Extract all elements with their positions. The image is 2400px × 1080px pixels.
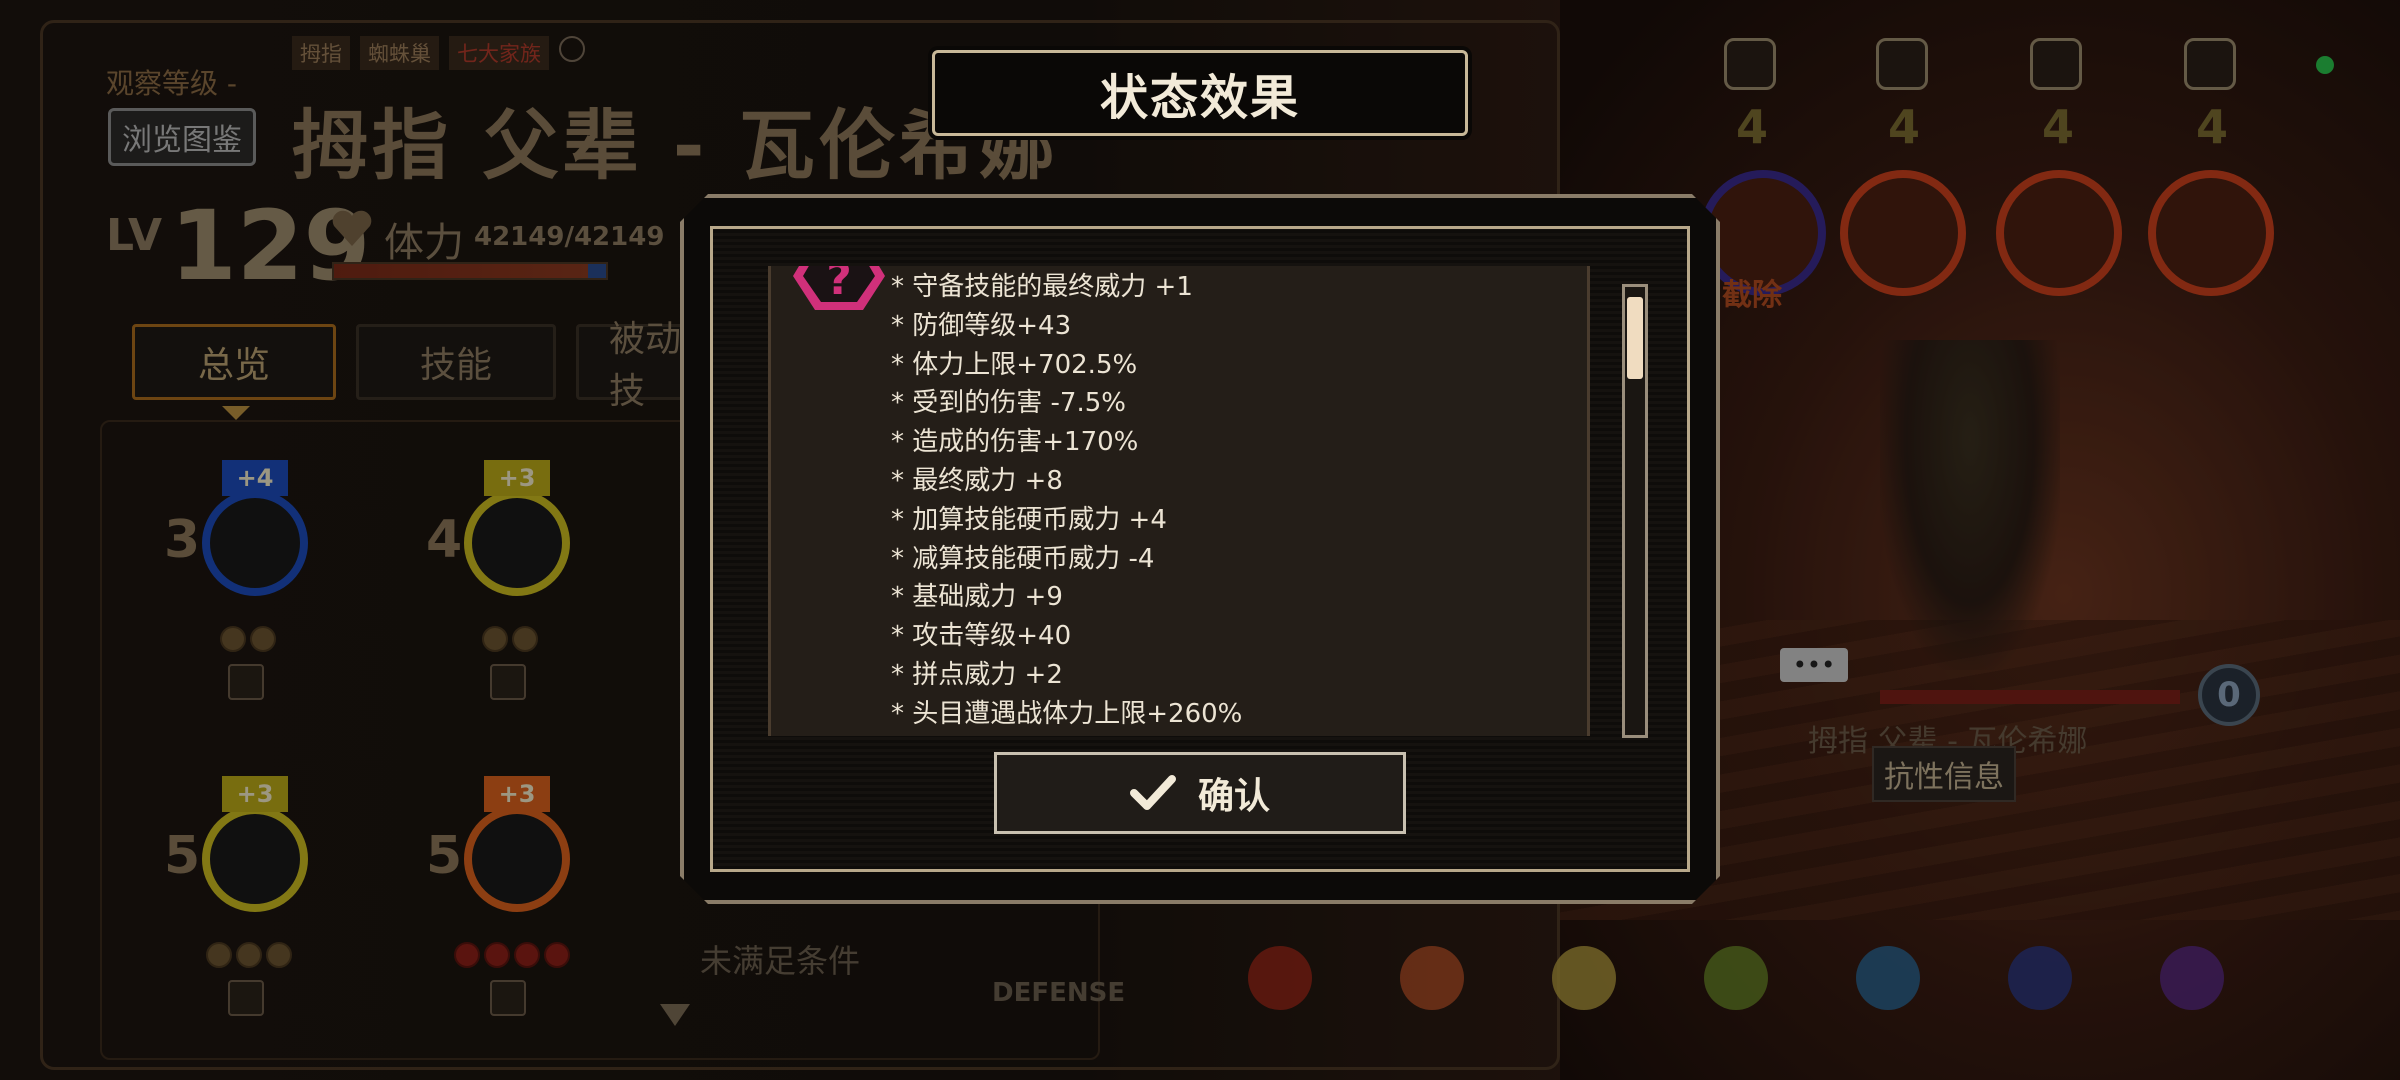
confirm-label: 确认 xyxy=(1197,776,1270,817)
effects-list-panel[interactable]: ? * 守备技能的最终威力 +1 * 防御等级+43 * 体力上限+702.5%… xyxy=(768,266,1590,736)
effect-item: * 受到的伤害 -7.5% xyxy=(891,388,1126,419)
question-badge-icon: ? xyxy=(793,266,885,310)
svg-text:?: ? xyxy=(826,266,852,305)
effect-item: * 体力上限+702.5% xyxy=(891,349,1138,380)
modal-title-box: 状态效果 xyxy=(932,50,1468,136)
effect-item: * 拼点威力 +2 xyxy=(891,659,1063,690)
effect-item: * 加算技能硬币威力 +4 xyxy=(891,504,1167,535)
effects-scrollbar[interactable] xyxy=(1622,284,1648,738)
scrollbar-thumb[interactable] xyxy=(1627,297,1643,379)
confirm-button[interactable]: 确认 xyxy=(994,752,1406,834)
effect-item: * 守备技能的最终威力 +1 xyxy=(891,272,1193,302)
effect-item: * 造成的伤害+170% xyxy=(891,427,1139,458)
effect-list: * 守备技能的最终威力 +1 * 防御等级+43 * 体力上限+702.5% *… xyxy=(891,268,1242,734)
effect-item: * 防御等级+43 xyxy=(891,310,1072,341)
check-icon xyxy=(1129,775,1176,810)
modal-title: 状态效果 xyxy=(1099,70,1300,126)
effect-item: * 头目遭遇战体力上限+260% xyxy=(891,698,1243,729)
effect-item: * 最终威力 +8 xyxy=(891,465,1063,496)
effect-item: * 基础威力 +9 xyxy=(891,582,1063,613)
effect-item: * 减算技能硬币威力 -4 xyxy=(891,543,1155,574)
effect-item: * 攻击等级+40 xyxy=(891,621,1072,652)
